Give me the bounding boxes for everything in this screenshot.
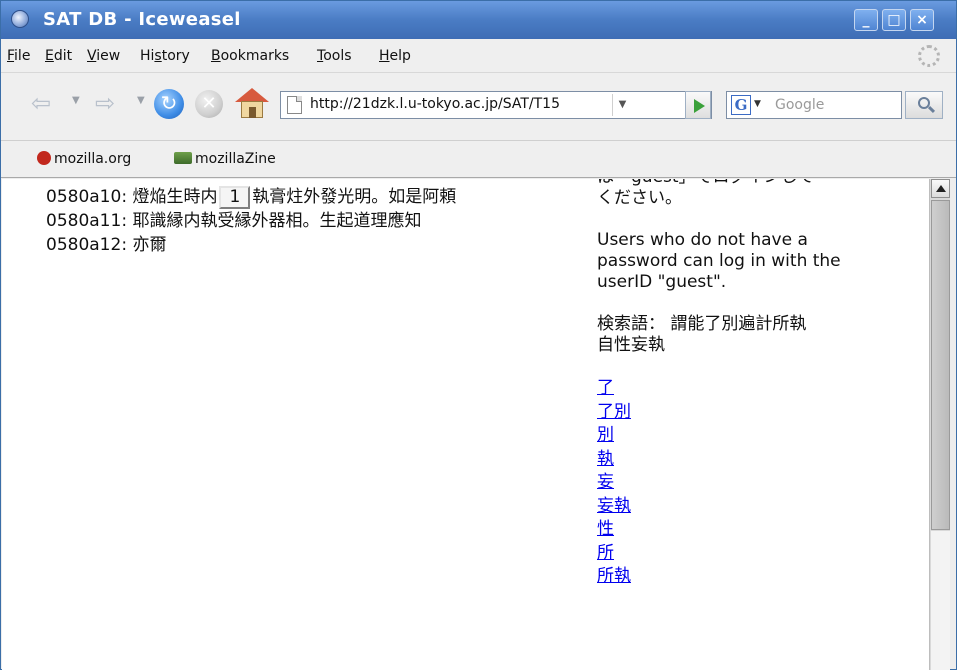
menu-bookmarks[interactable]: Bookmarks — [211, 48, 289, 64]
iceweasel-icon — [11, 10, 29, 28]
term-link[interactable]: 了 — [597, 377, 917, 401]
minimize-button[interactable]: _ — [854, 9, 878, 31]
browser-window: SAT DB - Iceweasel _ □ × File Edit View … — [0, 0, 957, 670]
term-link[interactable]: 了別 — [597, 401, 917, 425]
text-column: 0580a10: 燈焔生時内 1 執膏炷外發光明。如是阿頼 0580a11: 耶識縁… — [46, 185, 586, 257]
title-bar: SAT DB - Iceweasel _ □ × — [1, 1, 956, 39]
back-history-dropdown-icon[interactable]: ▼ — [72, 95, 80, 106]
menu-edit[interactable]: Edit — [45, 48, 72, 64]
page-icon — [287, 96, 302, 114]
menu-tools[interactable]: Tools — [317, 48, 352, 64]
url-bar[interactable]: http://21dzk.l.u-tokyo.ac.jp/SAT/T15 ▼ — [280, 91, 712, 119]
term-link[interactable]: 所 — [597, 542, 917, 566]
throbber-icon — [918, 45, 940, 67]
login-note-jp: ください。 — [597, 188, 682, 208]
navigation-toolbar: ⇦ ▼ ⇨ ▼ ↻ ✕ http://21dzk.l.u-tokyo.ac.jp… — [1, 73, 956, 141]
go-button[interactable] — [685, 91, 711, 119]
menu-history[interactable]: History — [140, 48, 190, 64]
note-button[interactable]: 1 — [219, 186, 251, 209]
go-arrow-icon — [694, 99, 705, 113]
forward-icon[interactable]: ⇨ — [95, 89, 115, 117]
bookmarks-toolbar: mozilla.org mozillaZine — [1, 141, 956, 178]
term-link[interactable]: 所執 — [597, 565, 917, 589]
reload-icon[interactable]: ↻ — [154, 89, 184, 119]
search-terms: 検索語： 謂能了別遍計所執 自性妄執 — [597, 314, 807, 355]
bookmark-mozillazine[interactable]: mozillaZine — [174, 151, 276, 167]
login-note-en: Users who do not have a password can log… — [597, 230, 841, 292]
search-button[interactable] — [905, 91, 943, 119]
close-button[interactable]: × — [910, 9, 934, 31]
text-line: 0580a12: 亦爾 — [46, 235, 167, 255]
menu-bar: File Edit View History Bookmarks Tools H… — [1, 39, 956, 73]
text-line: 0580a11: 耶識縁内執受縁外器相。生起道理應知 — [46, 211, 422, 231]
sidebar-panel: は「guest」でログインして ください。 Users who do not h… — [597, 179, 917, 589]
term-link[interactable]: 妄 — [597, 471, 917, 495]
term-links: 了 了別 別 執 妄 妄執 性 所 所執 — [597, 377, 917, 589]
url-text[interactable]: http://21dzk.l.u-tokyo.ac.jp/SAT/T15 — [310, 96, 610, 112]
login-note-cut-line: は「guest」でログインして — [597, 179, 917, 188]
forward-history-dropdown-icon[interactable]: ▼ — [137, 95, 145, 106]
engine-dropdown-icon[interactable]: ▼ — [754, 99, 761, 109]
home-icon[interactable] — [235, 86, 269, 120]
scroll-track[interactable] — [931, 531, 950, 670]
text-line: 0580a10: 燈焔生時内 1 執膏炷外發光明。如是阿頼 — [46, 186, 457, 209]
mozilla-icon — [37, 151, 51, 165]
vertical-scrollbar[interactable] — [929, 179, 950, 670]
stop-icon[interactable]: ✕ — [195, 90, 223, 118]
back-icon[interactable]: ⇦ — [31, 89, 51, 117]
search-bar[interactable]: G ▼ Google — [726, 91, 902, 119]
maximize-button[interactable]: □ — [882, 9, 906, 31]
mozillazine-icon — [174, 152, 192, 164]
scroll-up-button[interactable] — [931, 179, 950, 198]
bookmark-mozilla-org[interactable]: mozilla.org — [37, 151, 131, 167]
window-title: SAT DB - Iceweasel — [43, 9, 241, 30]
search-input[interactable]: Google — [775, 97, 824, 113]
term-link[interactable]: 執 — [597, 448, 917, 472]
scroll-thumb[interactable] — [931, 200, 950, 530]
page-content: 0580a10: 燈焔生時内 1 執膏炷外發光明。如是阿頼 0580a11: 耶識縁… — [2, 179, 929, 670]
menu-view[interactable]: View — [87, 48, 120, 64]
menu-file[interactable]: File — [7, 48, 30, 64]
term-link[interactable]: 別 — [597, 424, 917, 448]
term-link[interactable]: 妄執 — [597, 495, 917, 519]
url-history-dropdown-icon[interactable]: ▼ — [612, 94, 632, 116]
google-engine-icon[interactable]: G — [731, 95, 751, 115]
term-link[interactable]: 性 — [597, 518, 917, 542]
arrow-up-icon — [936, 185, 946, 192]
menu-help[interactable]: Help — [379, 48, 411, 64]
